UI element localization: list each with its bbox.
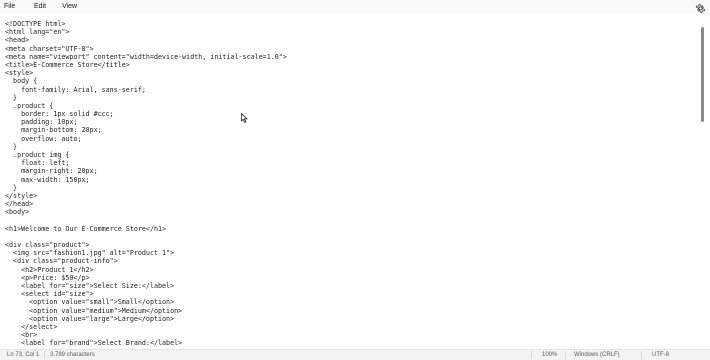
code-line[interactable] (5, 233, 287, 241)
code-line[interactable]: <h1>Welcome to Our E-Commerce Store</h1> (5, 225, 287, 233)
code-line[interactable]: <div class="product"> (5, 241, 287, 249)
status-divider (44, 351, 45, 359)
line-ending[interactable]: Windows (CRLF) (574, 352, 620, 359)
code-line[interactable] (5, 217, 287, 225)
code-line[interactable]: <select id="size"> (5, 290, 287, 298)
cursor-position: Ln 73, Col 1 (7, 352, 40, 358)
code-line[interactable]: <option value="large">Large</option> (5, 315, 287, 323)
code-line[interactable]: <style> (5, 69, 287, 77)
character-count: 3,789 characters (50, 352, 95, 358)
code-line[interactable]: <title>E-Commerce Store</title> (5, 61, 287, 69)
code-line[interactable]: </head> (5, 200, 287, 208)
code-line[interactable]: <div class="product-info"> (5, 257, 287, 265)
code-line[interactable]: <meta name="viewport" content="width=dev… (5, 53, 287, 61)
code-line[interactable]: <option value="medium">Medium</option> (5, 307, 287, 315)
code-line[interactable]: <br> (5, 331, 287, 339)
code-line[interactable]: } (5, 184, 287, 192)
code-line[interactable]: <head> (5, 36, 287, 44)
gear-icon[interactable] (695, 1, 706, 13)
code-line[interactable]: <label for="size">Select Size:</label> (5, 282, 287, 290)
code-line[interactable]: margin-right: 20px; (5, 167, 287, 175)
code-line[interactable]: .product { (5, 102, 287, 110)
status-divider (531, 351, 532, 359)
code-line[interactable]: } (5, 94, 287, 102)
code-line[interactable]: max-width: 150px; (5, 176, 287, 184)
code-line[interactable]: <h2>Product 1</h2> (5, 266, 287, 274)
text-editor-area[interactable]: <!DOCTYPE html> <html lang="en"> <head> <me… (0, 13, 705, 350)
code-line[interactable]: <img src="fashion1.jpg" alt="Product 1"> (5, 249, 287, 257)
menu-file[interactable]: File (0, 0, 21, 13)
status-bar: Ln 73, Col 1 3,789 characters 100% Windo… (0, 349, 710, 360)
code-line[interactable]: .product img { (5, 151, 287, 159)
code-line[interactable]: <p>Price: $50</p> (5, 274, 287, 282)
code-line[interactable]: <body> (5, 208, 287, 216)
menu-edit[interactable]: Edit (30, 0, 50, 13)
code-line[interactable]: <meta charset="UTF-8"> (5, 45, 287, 53)
code-line[interactable]: font-family: Arial, sans-serif; (5, 86, 287, 94)
vertical-scrollbar[interactable] (701, 27, 704, 122)
status-divider (641, 351, 642, 359)
code-line[interactable]: body { (5, 77, 287, 85)
code-line[interactable]: overflow: auto; (5, 135, 287, 143)
code-line[interactable]: float: left; (5, 159, 287, 167)
code-content[interactable]: <!DOCTYPE html> <html lang="en"> <head> <me… (5, 20, 287, 348)
code-line[interactable]: </select> (5, 323, 287, 331)
code-line[interactable]: margin-bottom: 20px; (5, 126, 287, 134)
notepad-window: File Edit View <!DOCTYPE html> <html lang… (0, 0, 710, 360)
status-divider (565, 351, 566, 359)
code-line[interactable]: </style> (5, 192, 287, 200)
menu-bar: File Edit View (0, 0, 710, 13)
code-line[interactable]: <!DOCTYPE html> (5, 20, 287, 28)
zoom-level[interactable]: 100% (542, 352, 557, 359)
code-line[interactable]: <option value="small">Small</option> (5, 298, 287, 306)
code-line[interactable]: } (5, 143, 287, 151)
mouse-pointer-icon (241, 110, 249, 123)
menu-view[interactable]: View (58, 0, 81, 13)
code-line[interactable]: <html lang="en"> (5, 28, 287, 36)
code-line[interactable]: <label for="brand">Select Brand:</label> (5, 339, 287, 347)
encoding[interactable]: UTF-8 (652, 352, 669, 359)
